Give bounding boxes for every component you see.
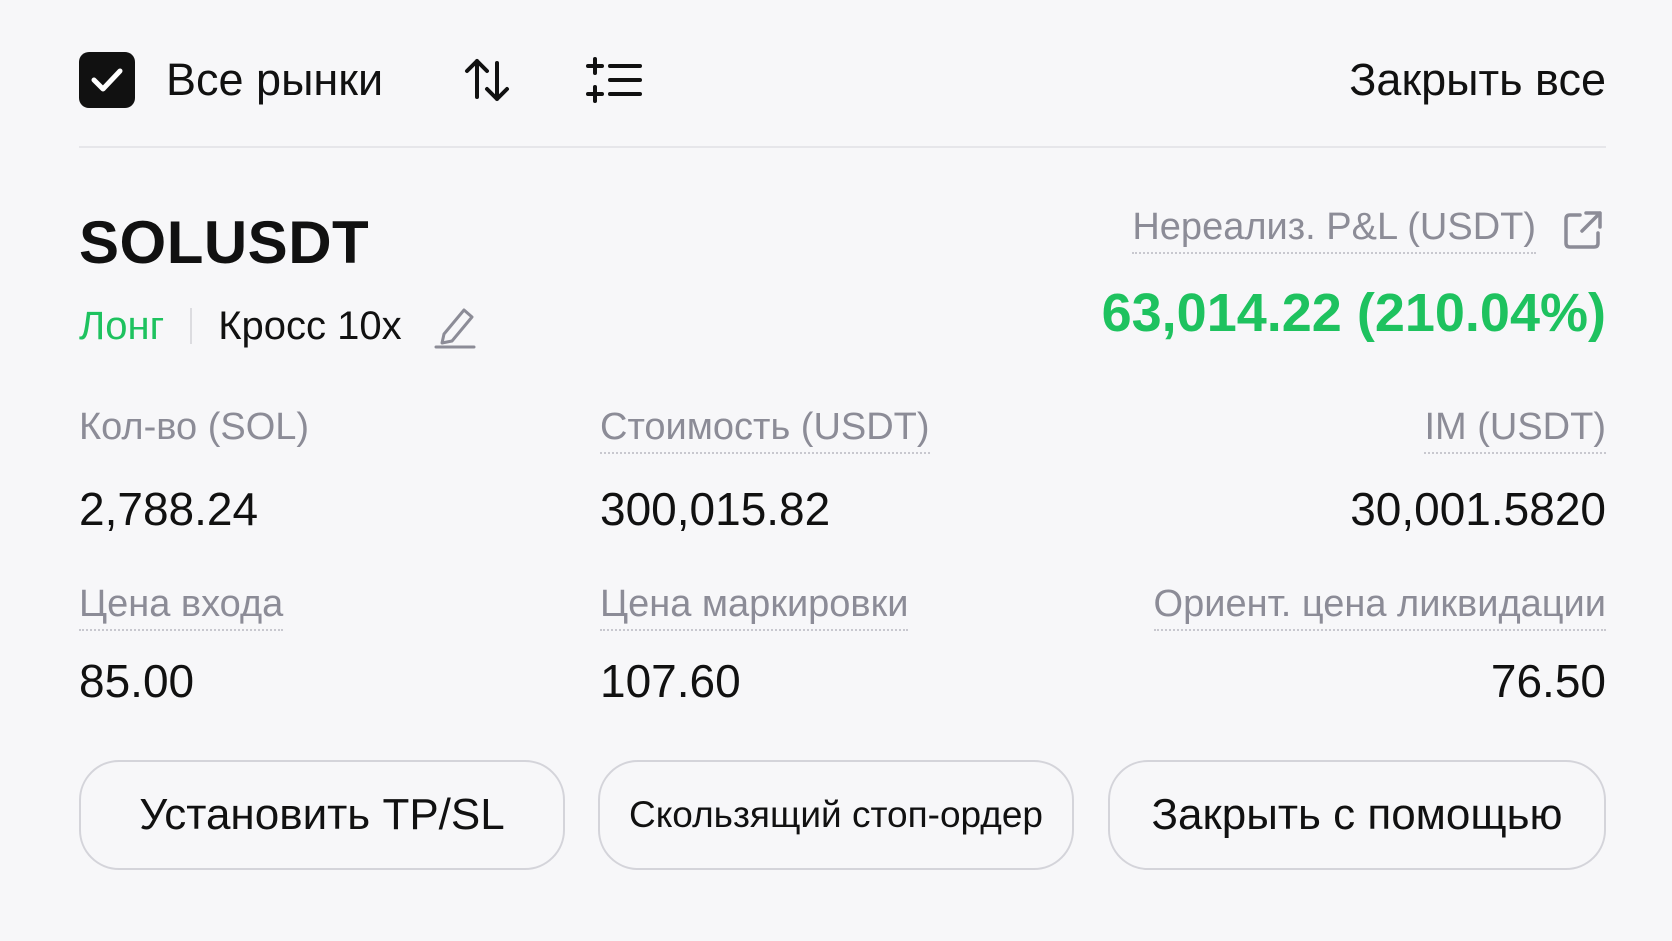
- sort-arrows-icon[interactable]: [460, 53, 514, 107]
- qty-label: Кол-во (SOL): [79, 406, 310, 448]
- liq-price-label[interactable]: Ориент. цена ликвидации: [1153, 583, 1606, 631]
- entry-price-value: 85.00: [79, 655, 195, 707]
- unrealized-pnl-label[interactable]: Нереализ. P&L (USDT): [1132, 206, 1536, 254]
- set-tpsl-button[interactable]: Установить TP/SL: [79, 760, 565, 870]
- value-value: 300,015.82: [600, 483, 831, 535]
- unrealized-pnl-value: 63,014.22 (210.04%): [1101, 283, 1606, 343]
- share-external-icon[interactable]: [1560, 207, 1606, 253]
- edit-leverage-icon[interactable]: [432, 302, 478, 350]
- mark-price-label[interactable]: Цена маркировки: [600, 583, 909, 631]
- entry-price-label[interactable]: Цена входа: [79, 583, 284, 631]
- positions-toolbar: Все рынки Закрыть все: [79, 40, 1606, 120]
- all-markets-label[interactable]: Все рынки: [166, 54, 383, 106]
- position-card: Все рынки Закрыть все SOLUSDT Лонг Кросс…: [0, 0, 1672, 941]
- all-markets-checkbox[interactable]: [79, 52, 135, 108]
- mark-price-value: 107.60: [600, 655, 741, 707]
- margin-mode-leverage: Кросс 10x: [218, 303, 402, 348]
- position-side-badge: Лонг: [79, 303, 165, 348]
- unrealized-pnl-header: Нереализ. P&L (USDT): [1132, 206, 1606, 254]
- liq-price-value: 76.50: [1490, 655, 1606, 707]
- position-symbol[interactable]: SOLUSDT: [79, 208, 369, 277]
- trailing-stop-button[interactable]: Скользящий стоп-ордер: [598, 760, 1074, 870]
- filter-list-icon[interactable]: [586, 53, 644, 107]
- qty-value: 2,788.24: [79, 483, 259, 535]
- position-meta: Лонг Кросс 10x: [79, 296, 478, 356]
- divider: [79, 146, 1606, 148]
- im-value: 30,001.5820: [1350, 483, 1606, 535]
- checkmark-icon: [91, 68, 123, 92]
- close-all-button[interactable]: Закрыть все: [1349, 54, 1606, 106]
- close-with-button[interactable]: Закрыть с помощью: [1108, 760, 1606, 870]
- value-label[interactable]: Стоимость (USDT): [600, 406, 930, 454]
- im-label[interactable]: IM (USDT): [1424, 406, 1606, 454]
- meta-separator: [190, 308, 193, 344]
